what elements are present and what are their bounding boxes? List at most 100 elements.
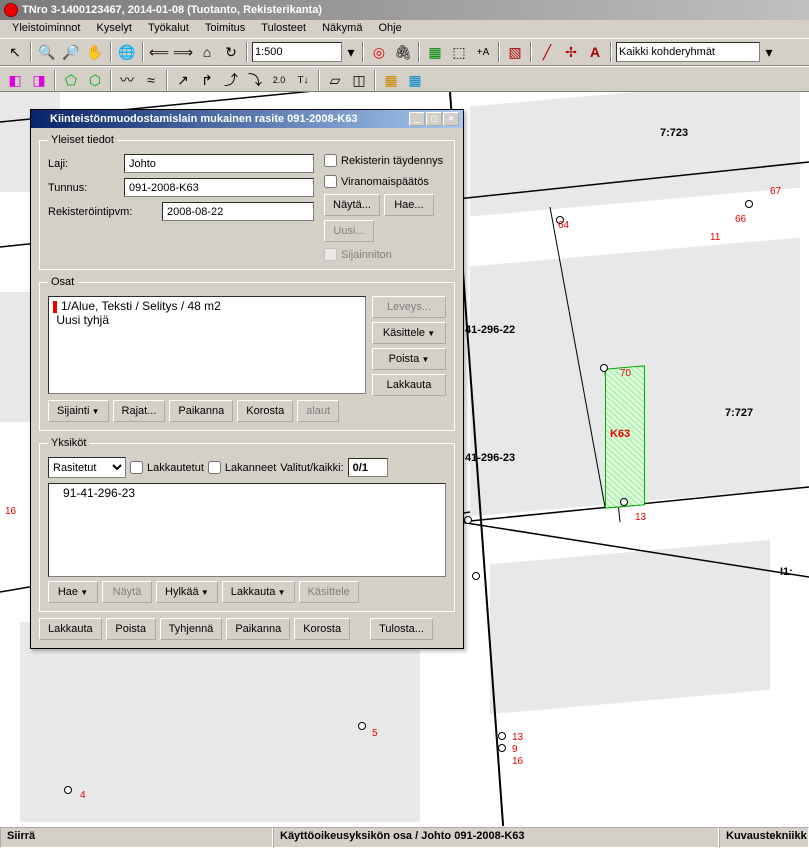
uusi-button[interactable]: Uusi... bbox=[324, 220, 374, 242]
wave-icon[interactable]: ≈ bbox=[140, 69, 162, 91]
parcel-label: 41-296-23 bbox=[465, 452, 515, 464]
yksikot-select[interactable]: Rasitetut bbox=[48, 457, 126, 478]
lakkauta-button[interactable]: Lakkauta bbox=[372, 374, 446, 396]
crosshair-icon[interactable]: ✢ bbox=[560, 41, 582, 63]
menubar: Yleistoiminnot Kyselyt Työkalut Toimitus… bbox=[0, 20, 809, 38]
rekisterointipvm-label: Rekisteröintipvm: bbox=[48, 206, 158, 218]
list-item[interactable]: 91-41-296-23 bbox=[53, 486, 441, 500]
alaut-button[interactable]: alaut bbox=[297, 400, 339, 422]
layers-icon[interactable]: ▦ bbox=[424, 41, 446, 63]
target-group-combo[interactable] bbox=[616, 42, 760, 62]
lakkauta-main-button[interactable]: Lakkauta bbox=[39, 618, 102, 640]
back-icon[interactable]: ⟸ bbox=[148, 41, 170, 63]
paikanna-button[interactable]: Paikanna bbox=[169, 400, 233, 422]
menu-toimitus[interactable]: Toimitus bbox=[197, 21, 253, 37]
globe-icon[interactable]: 🌐 bbox=[116, 41, 138, 63]
viranomaispaatos-checkbox[interactable] bbox=[324, 175, 337, 188]
rajat-button[interactable]: Rajat... bbox=[113, 400, 166, 422]
minimize-icon[interactable]: _ bbox=[409, 112, 425, 126]
path-4-icon[interactable]: ⤵ bbox=[244, 69, 266, 91]
menu-yleistoiminnot[interactable]: Yleistoiminnot bbox=[4, 21, 88, 37]
yksikot-listbox[interactable]: 91-41-296-23 bbox=[48, 483, 446, 577]
paikanna-main-button[interactable]: Paikanna bbox=[226, 618, 290, 640]
korosta-main-button[interactable]: Korosta bbox=[294, 618, 350, 640]
parcel-label: 41-296-22 bbox=[465, 324, 515, 336]
leveys-button[interactable]: Leveys... bbox=[372, 296, 446, 318]
menu-kyselyt[interactable]: Kyselyt bbox=[88, 21, 139, 37]
refresh-icon[interactable]: ↻ bbox=[220, 41, 242, 63]
chk-label: Sijainniton bbox=[341, 249, 392, 261]
fill-icon[interactable]: ▧ bbox=[504, 41, 526, 63]
poista-button[interactable]: Poista bbox=[372, 348, 446, 370]
easement-label: K63 bbox=[610, 428, 630, 440]
tunnus-input[interactable] bbox=[124, 178, 314, 197]
dist-icon[interactable]: 2.0 bbox=[268, 69, 290, 91]
easement-dialog: Kiinteistönmuodostamislain mukainen rasi… bbox=[30, 109, 464, 649]
scale-dropdown-icon[interactable]: ▾ bbox=[344, 41, 358, 63]
target-dropdown-icon[interactable]: ▾ bbox=[762, 41, 776, 63]
korosta-button[interactable]: Korosta bbox=[237, 400, 293, 422]
rekisterointipvm-input[interactable] bbox=[162, 202, 314, 221]
forward-icon[interactable]: ⟹ bbox=[172, 41, 194, 63]
lakanneet-checkbox[interactable] bbox=[208, 461, 221, 474]
menu-ohje[interactable]: Ohje bbox=[370, 21, 409, 37]
hae-button[interactable]: Hae bbox=[48, 581, 98, 603]
nayta-button[interactable]: Näytä bbox=[102, 581, 152, 603]
path-2-icon[interactable]: ↱ bbox=[196, 69, 218, 91]
curve-icon[interactable]: 〰 bbox=[116, 69, 138, 91]
zoom-in-icon[interactable]: 🔍 bbox=[36, 41, 58, 63]
statusbar: Siirrä Käyttöoikeusyksikön osa / Johto 0… bbox=[0, 826, 809, 848]
line-icon[interactable]: ╱ bbox=[536, 41, 558, 63]
text-tool-icon[interactable]: T↓ bbox=[292, 69, 314, 91]
parcel-label: 7:723 bbox=[660, 127, 688, 139]
point-num: 11 bbox=[710, 232, 720, 243]
toolbar-2: ◧ ◨ ⬠ ⬡ 〰 ≈ ↗ ↱ ⤴ ⤵ 2.0 T↓ ▱ ◫ ▦ ▦ bbox=[0, 66, 809, 94]
point-num: 16 bbox=[512, 756, 523, 767]
shape-2-icon[interactable]: ⬡ bbox=[84, 69, 106, 91]
maximize-icon[interactable]: □ bbox=[426, 112, 442, 126]
draw-2-icon[interactable]: ◫ bbox=[348, 69, 370, 91]
box-icon[interactable]: ⬚ bbox=[448, 41, 470, 63]
grid-2-icon[interactable]: ▦ bbox=[404, 69, 426, 91]
close-icon[interactable]: × bbox=[443, 112, 459, 126]
poista-main-button[interactable]: Poista bbox=[106, 618, 156, 640]
cube-1-icon[interactable]: ◧ bbox=[4, 69, 26, 91]
path-3-icon[interactable]: ⤴ bbox=[220, 69, 242, 91]
tulosta-button[interactable]: Tulosta... bbox=[370, 618, 433, 640]
path-1-icon[interactable]: ↗ bbox=[172, 69, 194, 91]
zoom-out-icon[interactable]: 🔎 bbox=[60, 41, 82, 63]
dialog-icon bbox=[35, 113, 47, 125]
home-icon[interactable]: ⌂ bbox=[196, 41, 218, 63]
list-item[interactable]: 1/Alue, Teksti / Selitys / 48 m2 bbox=[53, 299, 361, 313]
kasittele-button[interactable]: Käsittele bbox=[372, 322, 446, 344]
scale-combo[interactable] bbox=[252, 42, 342, 62]
lakkautetut-checkbox[interactable] bbox=[130, 461, 143, 474]
kasittele-button[interactable]: Käsittele bbox=[299, 581, 359, 603]
lakkauta-button[interactable]: Lakkauta bbox=[222, 581, 295, 603]
menu-tulosteet[interactable]: Tulosteet bbox=[253, 21, 314, 37]
draw-1-icon[interactable]: ▱ bbox=[324, 69, 346, 91]
cube-2-icon[interactable]: ◨ bbox=[28, 69, 50, 91]
list-item[interactable]: Uusi tyhjä bbox=[53, 313, 361, 327]
shape-1-icon[interactable]: ⬠ bbox=[60, 69, 82, 91]
nayta-button[interactable]: Näytä... bbox=[324, 194, 380, 216]
tyhjenna-button[interactable]: Tyhjennä bbox=[160, 618, 223, 640]
pointer-icon[interactable]: ↖ bbox=[4, 41, 26, 63]
laji-input[interactable] bbox=[124, 154, 314, 173]
pan-icon[interactable]: ✋ bbox=[84, 41, 106, 63]
hylkaa-button[interactable]: Hylkää bbox=[156, 581, 218, 603]
dialog-titlebar[interactable]: Kiinteistönmuodostamislain mukainen rasi… bbox=[31, 110, 463, 128]
sijainti-button[interactable]: Sijainti bbox=[48, 400, 109, 422]
hae-button[interactable]: Hae... bbox=[384, 194, 434, 216]
yksikot-group: Yksiköt Rasitetut Lakkautetut Lakanneet … bbox=[39, 437, 455, 612]
osat-listbox[interactable]: 1/Alue, Teksti / Selitys / 48 m2 Uusi ty… bbox=[48, 296, 366, 394]
grid-1-icon[interactable]: ▦ bbox=[380, 69, 402, 91]
rekisterin-taydennys-checkbox[interactable] bbox=[324, 154, 337, 167]
target-icon[interactable]: ◎ bbox=[368, 41, 390, 63]
link-icon[interactable]: 🖇 bbox=[392, 41, 414, 63]
menu-tyokalut[interactable]: Työkalut bbox=[140, 21, 197, 37]
menu-nakyma[interactable]: Näkymä bbox=[314, 21, 370, 37]
plus-a-icon[interactable]: +A bbox=[472, 41, 494, 63]
text-icon[interactable]: A bbox=[584, 41, 606, 63]
point-num: 13 bbox=[635, 512, 646, 523]
